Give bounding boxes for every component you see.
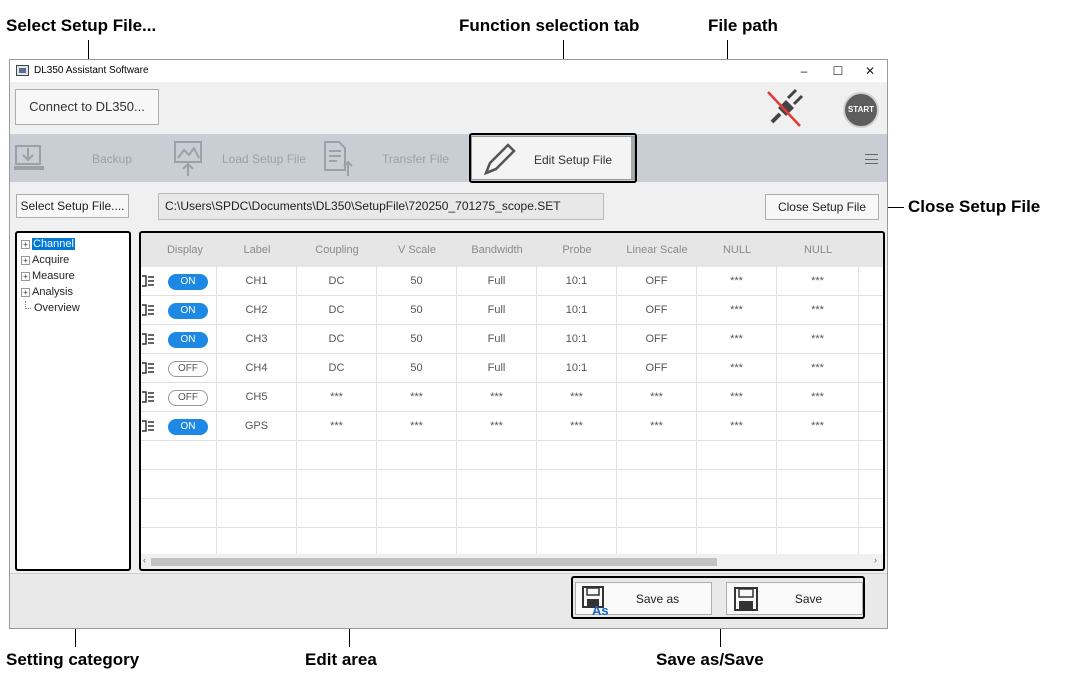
- backup-icon: [14, 145, 44, 170]
- tab-load-setup-file-label: Load Setup File: [222, 152, 307, 166]
- select-setup-file-button[interactable]: Select Setup File....: [16, 194, 129, 218]
- display-toggle[interactable]: ON: [168, 332, 208, 348]
- start-button[interactable]: START: [843, 92, 879, 128]
- callout-file-path: File path: [708, 16, 778, 35]
- callout-edit-area: Edit area: [305, 650, 377, 669]
- tab-backup-label: Backup: [92, 152, 133, 166]
- window-title: DL350 Assistant Software: [34, 65, 149, 76]
- file-path-display: C:\Users\SPDC\Documents\DL350\SetupFile\…: [158, 193, 604, 220]
- callout-setting-category: Setting category: [6, 650, 140, 669]
- load-setup-file-icon: [174, 141, 202, 176]
- tab-transfer-file[interactable]: Transfer File: [322, 136, 472, 180]
- hamburger-menu-icon[interactable]: [865, 154, 878, 164]
- display-toggle[interactable]: OFF: [168, 390, 208, 406]
- transfer-file-icon: [324, 141, 353, 176]
- highlight-setting-category: [15, 231, 131, 571]
- highlight-edit-area: [139, 231, 885, 571]
- display-toggle[interactable]: ON: [168, 419, 208, 435]
- callout-select-setup-file: Select Setup File...: [6, 16, 157, 35]
- app-icon: [16, 65, 29, 76]
- app-window: DL350 Assistant Software – ☐ ✕ Connect t…: [9, 59, 888, 629]
- title-bar: DL350 Assistant Software – ☐ ✕: [10, 60, 887, 82]
- maximize-button[interactable]: ☐: [821, 60, 855, 82]
- highlight-save-buttons: [571, 576, 865, 619]
- display-toggle[interactable]: OFF: [168, 361, 208, 377]
- connect-button[interactable]: Connect to DL350...: [15, 89, 159, 125]
- callout-close-setup-file: Close Setup File: [908, 197, 1041, 216]
- close-button[interactable]: ✕: [853, 60, 887, 82]
- minimize-button[interactable]: –: [787, 60, 821, 82]
- callout-function-selection-tab: Function selection tab: [459, 16, 640, 35]
- tab-transfer-file-label: Transfer File: [382, 152, 449, 166]
- plug-disconnected-icon: [767, 88, 804, 127]
- callout-save-as-save: Save as/Save: [656, 650, 764, 669]
- function-selection-tabs: Backup Load Setup File Transfer File Edi…: [10, 134, 887, 182]
- display-toggle[interactable]: ON: [168, 274, 208, 290]
- display-toggle[interactable]: ON: [168, 303, 208, 319]
- close-setup-file-button[interactable]: Close Setup File: [765, 194, 879, 220]
- connection-bar: Connect to DL350... START: [10, 82, 887, 134]
- highlight-function-tab: [469, 133, 637, 183]
- tab-backup[interactable]: Backup: [14, 136, 144, 180]
- tab-load-setup-file[interactable]: Load Setup File: [172, 136, 322, 180]
